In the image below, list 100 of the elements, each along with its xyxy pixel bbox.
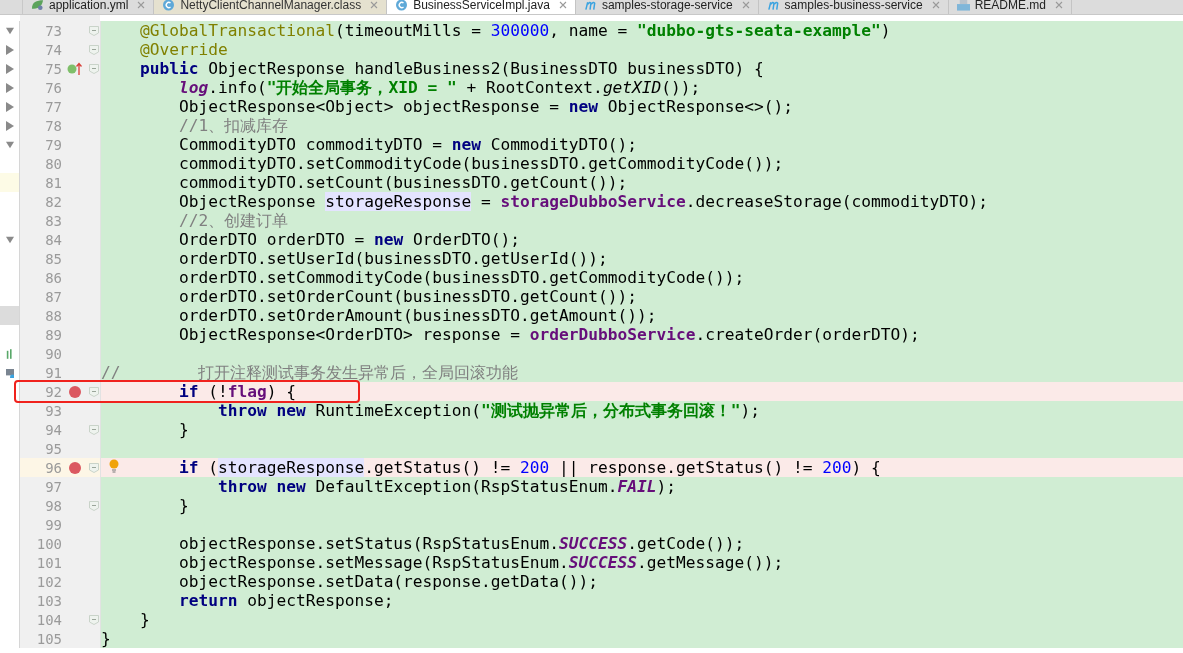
markdown-file-icon xyxy=(956,0,970,11)
leaf-file-icon xyxy=(31,0,44,11)
code-keyword: public xyxy=(140,59,199,78)
code-text: objectResponse.setData(response.getData()); xyxy=(178,572,599,591)
collapsed-arrow-icon[interactable] xyxy=(6,120,14,131)
code-keyword: return xyxy=(178,591,238,610)
fold-marker-icon[interactable] xyxy=(89,462,99,473)
close-icon[interactable] xyxy=(931,1,940,9)
code-text: } xyxy=(178,496,189,515)
code-text: CommodityDTO commodityDTO = xyxy=(178,135,444,154)
code-text: .info( xyxy=(208,78,267,97)
expanded-arrow-icon[interactable] xyxy=(6,234,14,245)
code-text: ( xyxy=(208,458,218,477)
code-identifier: storageResponse xyxy=(217,458,365,477)
line-number: 90 xyxy=(44,345,62,362)
code-keyword: new xyxy=(451,135,482,154)
code-text: .getStatus() != xyxy=(364,458,512,477)
code-text: } xyxy=(140,610,150,629)
code-keyword: if xyxy=(178,458,199,477)
collapsed-arrow-icon[interactable] xyxy=(6,44,14,55)
code-text: + RootContext. xyxy=(466,78,603,97)
file-tab[interactable]: BusinessServiceImpl.java xyxy=(387,0,576,14)
string-literal: "测试抛异常后，分布式事务回滚！" xyxy=(481,401,741,420)
close-icon[interactable] xyxy=(558,1,567,9)
code-text: commodityDTO.setCount(businessDTO.getCount()); xyxy=(178,173,628,192)
expanded-arrow-icon[interactable] xyxy=(6,139,14,150)
code-text: ); xyxy=(740,401,761,420)
line-number: 75 xyxy=(44,60,62,77)
code-field: log xyxy=(178,78,209,97)
line-number: 93 xyxy=(44,402,62,419)
code-text: , name = xyxy=(549,21,629,40)
fold-marker-icon[interactable] xyxy=(89,44,99,55)
line-number: 81 xyxy=(44,174,62,191)
close-icon[interactable] xyxy=(741,1,750,9)
fold-marker-icon[interactable] xyxy=(89,25,99,36)
code-text: ObjectResponse<>(); xyxy=(607,97,793,116)
expanded-arrow-icon[interactable] xyxy=(6,25,14,36)
number-literal: 300000 xyxy=(490,21,550,40)
string-literal: "dubbo-gts-seata-example" xyxy=(637,21,881,40)
line-number: 79 xyxy=(44,136,62,153)
line-number: 92 xyxy=(44,383,62,400)
code-text: objectResponse; xyxy=(247,591,394,610)
line-number: 76 xyxy=(44,79,62,96)
number-literal: 200 xyxy=(822,458,852,477)
code-text: ); xyxy=(656,477,677,496)
line-number: 73 xyxy=(44,22,62,39)
code-text: orderDTO.setUserId(businessDTO.getUserId()); xyxy=(178,249,608,268)
code-text: objectResponse.setStatus(RspStatusEnum. xyxy=(178,534,560,553)
bars-icon[interactable] xyxy=(6,348,14,359)
fold-marker-icon[interactable] xyxy=(89,500,99,511)
fold-marker-icon[interactable] xyxy=(89,386,99,397)
code-comment: // 打开注释测试事务发生异常后，全局回滚功能 xyxy=(101,363,519,382)
line-number: 103 xyxy=(35,592,62,609)
code-text: orderDTO.setOrderCount(businessDTO.getCount()); xyxy=(178,287,638,306)
line-number: 89 xyxy=(44,326,62,343)
line-number: 94 xyxy=(44,421,62,438)
line-number: 100 xyxy=(35,535,62,552)
fold-marker-icon[interactable] xyxy=(89,424,99,435)
code-method: getXID xyxy=(602,78,662,97)
fold-marker-icon[interactable] xyxy=(89,63,99,74)
code-keyword: new xyxy=(373,230,404,249)
collapsed-arrow-icon[interactable] xyxy=(6,101,14,112)
line-number: 82 xyxy=(44,193,62,210)
collapsed-arrow-icon[interactable] xyxy=(6,82,14,93)
line-number: 105 xyxy=(35,630,62,647)
code-text: .decreaseStorage(commodityDTO); xyxy=(685,192,988,211)
breakpoint-icon[interactable] xyxy=(69,461,81,474)
line-number: 97 xyxy=(44,478,62,495)
code-text: ObjectResponse<OrderDTO> response = xyxy=(178,325,522,344)
line-number: 86 xyxy=(44,269,62,286)
code-text: OrderDTO(); xyxy=(412,230,521,249)
file-tab[interactable]: NettyClientChannelManager.class xyxy=(154,0,388,14)
close-icon[interactable] xyxy=(137,1,146,9)
fold-marker-icon[interactable] xyxy=(89,614,99,625)
code-comment: //1、扣减库存 xyxy=(178,116,289,135)
line-number: 80 xyxy=(44,155,62,172)
console-icon[interactable] xyxy=(6,367,14,378)
code-text: .getMessage()); xyxy=(637,553,784,572)
line-number: 98 xyxy=(44,497,62,514)
lightbulb-icon[interactable] xyxy=(109,459,119,473)
collapsed-arrow-icon[interactable] xyxy=(6,63,14,74)
line-number: 104 xyxy=(35,611,62,628)
code-text: RuntimeException( xyxy=(315,401,482,420)
code-field: SUCCESS xyxy=(568,553,638,572)
line-number: 101 xyxy=(35,554,62,571)
module-icon xyxy=(583,0,597,11)
code-field: flag xyxy=(227,382,267,401)
override-icon[interactable] xyxy=(67,61,83,76)
code-text: } xyxy=(101,629,111,648)
code-text: commodityDTO.setCommodityCode(businessDTO.getCommodityCode()); xyxy=(178,154,784,173)
code-text: ObjectResponse xyxy=(178,192,317,211)
breakpoint-icon[interactable] xyxy=(69,385,81,398)
code-text: ) { xyxy=(851,458,881,477)
number-literal: 200 xyxy=(520,458,550,477)
code-annotation: @Override xyxy=(140,40,228,59)
code-keyword: throw new xyxy=(217,401,306,420)
close-icon[interactable] xyxy=(1055,1,1063,9)
code-text: ObjectResponse handleBusiness2(BusinessDTO businessDTO) { xyxy=(208,59,764,78)
close-icon[interactable] xyxy=(370,1,379,9)
code-text: ObjectResponse<Object> objectResponse = xyxy=(178,97,561,116)
